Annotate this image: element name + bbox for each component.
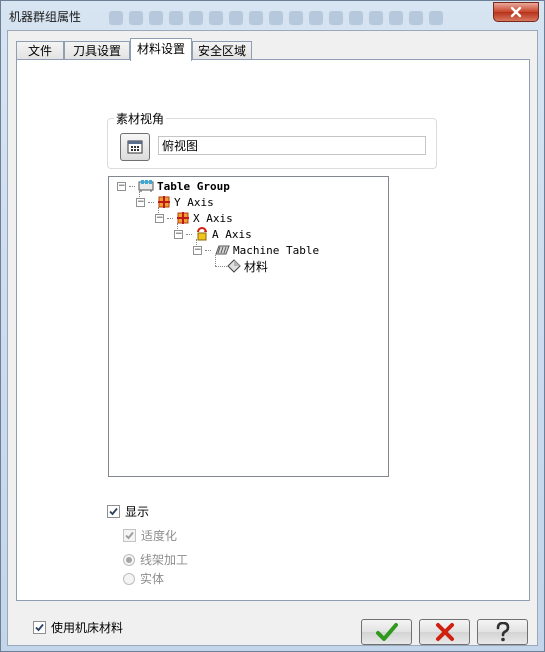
- tree-node-label: Table Group: [157, 179, 230, 193]
- close-icon: [510, 6, 522, 18]
- solid-label: 实体: [140, 572, 165, 586]
- collapse-icon[interactable]: −: [193, 245, 202, 255]
- view-grid-icon: [127, 140, 143, 154]
- dialog-window: 机器群组属性 文件 刀具设置 材料设置 安全区域 素材视角 俯视图 − Tabl…: [0, 0, 545, 652]
- tree-node-label: X Axis: [193, 211, 233, 225]
- machine-table-icon: [215, 245, 230, 255]
- tab-safety-zone[interactable]: 安全区域: [192, 41, 252, 60]
- tree-node-stock[interactable]: 材料: [227, 258, 268, 274]
- help-button[interactable]: [477, 619, 528, 645]
- collapse-icon[interactable]: −: [174, 229, 183, 239]
- window-title: 机器群组属性: [9, 10, 82, 24]
- close-button[interactable]: [493, 2, 539, 22]
- checkmark-icon: [125, 531, 134, 540]
- tree-node-label: Machine Table: [233, 243, 320, 257]
- use-machine-stock-label: 使用机床材料: [51, 621, 124, 635]
- tree-node-machine-table[interactable]: − Machine Table: [193, 242, 319, 258]
- collapse-icon[interactable]: −: [136, 197, 145, 207]
- green-check-icon: [375, 623, 398, 641]
- checkbox-box[interactable]: [107, 505, 120, 518]
- checkbox-box[interactable]: [123, 529, 136, 542]
- radio-button[interactable]: [123, 572, 135, 585]
- stock-view-field[interactable]: 俯视图: [158, 136, 426, 155]
- radio-button[interactable]: [123, 553, 135, 566]
- tree-node-label: 材料: [244, 259, 269, 274]
- collapse-icon[interactable]: −: [117, 181, 126, 191]
- machine-component-tree[interactable]: − Table Group − Y Axis − X Axis − A Axis…: [108, 176, 389, 477]
- tree-node-label: Y Axis: [174, 195, 214, 209]
- tab-stock-settings[interactable]: 材料设置: [130, 38, 192, 61]
- title-bar[interactable]: 机器群组属性: [1, 1, 544, 31]
- rotary-axis-icon: [197, 227, 207, 241]
- red-x-icon: [435, 623, 454, 641]
- stock-view-button[interactable]: [120, 133, 150, 161]
- ok-button[interactable]: [361, 619, 412, 645]
- stock-view-label: 素材视角: [114, 110, 167, 127]
- solid-radio[interactable]: 实体: [123, 570, 164, 587]
- stock-settings-panel: 素材视角 俯视图 − Table Group − Y Axis − X Axis…: [16, 59, 530, 635]
- table-group-icon: [138, 180, 154, 192]
- stock-view-group: 素材视角 俯视图: [107, 110, 437, 169]
- show-checkbox[interactable]: 显示: [107, 503, 149, 520]
- linear-axis-icon: [177, 212, 189, 224]
- fit-checkbox[interactable]: 适度化: [123, 527, 177, 544]
- tree-node-a-axis[interactable]: − A Axis: [174, 226, 252, 242]
- tab-file[interactable]: 文件: [16, 41, 64, 60]
- tree-node-y-axis[interactable]: − Y Axis: [136, 194, 214, 210]
- use-machine-stock-checkbox[interactable]: 使用机床材料: [33, 619, 123, 636]
- wireframe-radio[interactable]: 线架加工: [123, 551, 188, 568]
- background-toolbar-icons: [109, 10, 479, 26]
- stock-diamond-icon: [227, 259, 241, 273]
- collapse-icon[interactable]: −: [155, 213, 164, 223]
- dialog-client: 文件 刀具设置 材料设置 安全区域 素材视角 俯视图 − Table Group…: [7, 30, 538, 646]
- checkmark-icon: [109, 507, 118, 516]
- wireframe-label: 线架加工: [140, 553, 189, 567]
- tree-node-table-group[interactable]: − Table Group: [117, 178, 230, 194]
- cancel-button[interactable]: [419, 619, 470, 645]
- tree-node-label: A Axis: [212, 227, 252, 241]
- checkmark-icon: [35, 623, 44, 632]
- checkbox-box[interactable]: [33, 621, 46, 634]
- fit-label: 适度化: [141, 529, 178, 543]
- tree-node-x-axis[interactable]: − X Axis: [155, 210, 233, 226]
- tab-tool-settings[interactable]: 刀具设置: [64, 41, 130, 60]
- linear-axis-icon: [158, 196, 170, 208]
- question-icon: [496, 622, 509, 642]
- show-label: 显示: [125, 505, 150, 519]
